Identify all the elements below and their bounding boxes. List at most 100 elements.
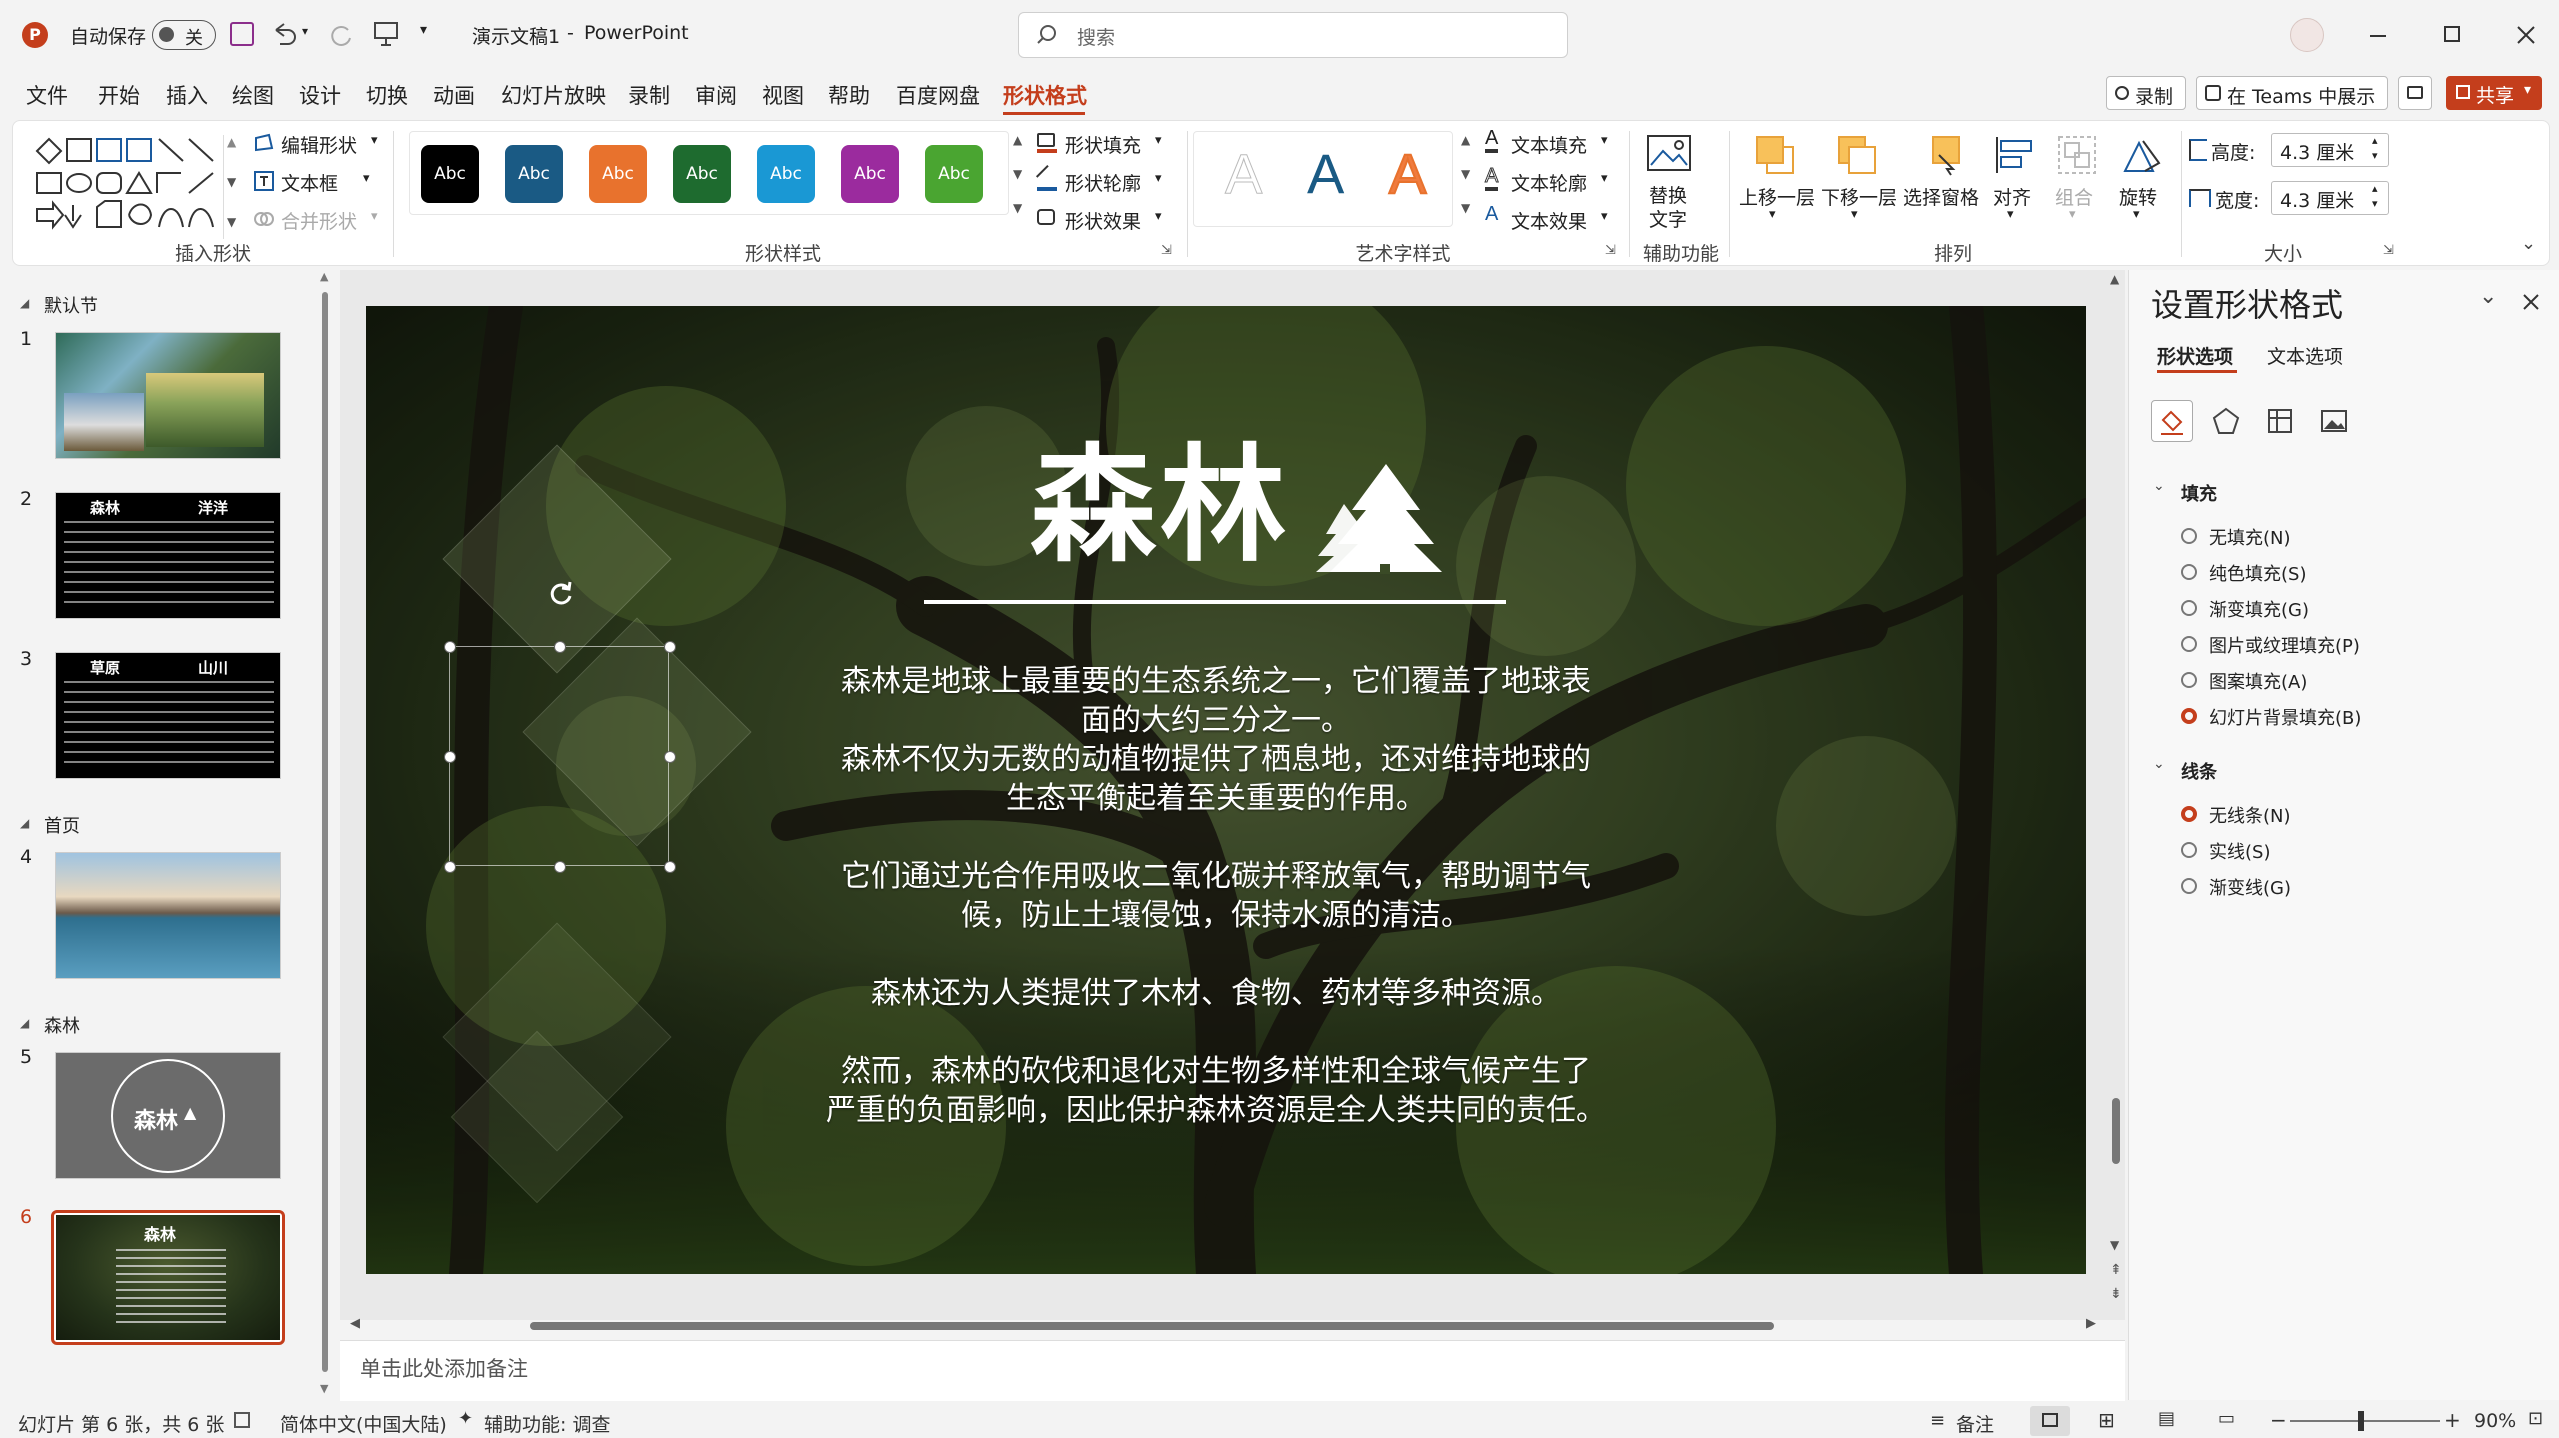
shape-styles-scroll[interactable]: ▲ ▼ ▼ [1009,133,1029,233]
save-icon[interactable] [230,22,254,46]
text-fill-button[interactable]: A 文本填充 ▾ [1483,127,1623,159]
tab-text-options[interactable]: 文本选项 [2267,342,2343,369]
section-home[interactable]: 首页 [44,812,80,838]
tab-view[interactable]: 视图 [762,80,804,110]
resize-handle[interactable] [444,641,456,653]
shape-style-swatch[interactable]: Abc [925,145,983,203]
chevron-down-icon[interactable]: ◢ [20,1016,29,1030]
send-backward-button[interactable]: 下移一层 ▾ [1817,129,1897,239]
pane-options-icon[interactable]: ⌄ [2479,284,2497,309]
chevron-down-icon[interactable]: ⌄ [2153,756,2165,772]
alt-text-button[interactable]: 替换 文字 [1635,129,1703,239]
tab-file[interactable]: 文件 [26,80,68,110]
scroll-up-icon[interactable]: ▲ [320,270,328,283]
fill-radio[interactable] [2181,672,2197,688]
shape-style-swatch[interactable]: Abc [757,145,815,203]
reading-view-icon[interactable]: ▤ [2158,1408,2175,1429]
share-button[interactable]: 共享 ▾ [2446,76,2542,110]
tab-record[interactable]: 录制 [628,80,670,110]
wordart-scroll[interactable]: ▲ ▼ ▼ [1457,133,1477,233]
accessibility-label[interactable]: 辅助功能: 调查 [484,1410,610,1437]
spinner-up-icon[interactable]: ▴ [2372,182,2378,195]
text-effects-button[interactable]: A 文本效果 ▾ [1483,203,1623,235]
normal-view-button[interactable] [2030,1406,2070,1436]
undo-icon[interactable] [270,20,298,48]
restore-icon[interactable] [2444,26,2460,42]
shape-outline-button[interactable]: 形状轮廓 ▾ [1035,164,1177,197]
search-box[interactable]: 搜索 [1018,12,1568,58]
notes-area[interactable]: 单击此处添加备注 [340,1340,2125,1401]
size-properties-tab[interactable] [2259,400,2301,442]
shape-style-swatch[interactable]: Abc [589,145,647,203]
rotate-button[interactable]: 旋转 ▾ [2111,129,2171,239]
shape-style-swatch[interactable]: Abc [673,145,731,203]
bring-forward-button[interactable]: 上移一层 ▾ [1735,129,1815,239]
slide-sorter-icon[interactable]: ⊞ [2098,1408,2115,1432]
line-radio-checked[interactable] [2181,806,2197,822]
tab-animations[interactable]: 动画 [433,80,475,110]
next-slide-icon[interactable]: ⇟ [2110,1286,2122,1302]
tab-shape-options[interactable]: 形状选项 [2157,342,2233,369]
tab-draw[interactable]: 绘图 [232,80,274,110]
spellcheck-icon[interactable] [234,1412,250,1428]
effects-tab[interactable] [2205,400,2247,442]
zoom-slider-thumb[interactable] [2358,1411,2364,1431]
tab-design[interactable]: 设计 [299,80,341,110]
teams-present-button[interactable]: 在 Teams 中展示 [2196,76,2388,110]
slide-thumbnail-2[interactable]: 森林 洋洋 [55,492,281,619]
notes-button[interactable]: 备注 [1956,1410,1994,1437]
section-forest[interactable]: 森林 [44,1012,80,1038]
slide-thumbnail-6-selected[interactable]: 森林 [51,1210,285,1345]
editor-horizontal-scrollbar[interactable]: ◀ ▶ [350,1316,2100,1336]
resize-handle[interactable] [664,641,676,653]
align-button[interactable]: 对齐 ▾ [1985,129,2045,239]
fill-section-title[interactable]: 填充 [2181,480,2217,506]
picture-tab[interactable] [2313,400,2355,442]
rotate-handle-icon[interactable] [546,578,576,608]
tab-shape-format[interactable]: 形状格式 [1003,80,1087,110]
autosave-toggle[interactable]: 关 [152,20,216,50]
fill-radio[interactable] [2181,528,2197,544]
thumbnail-scrollbar[interactable]: ▲ ▼ [320,270,330,1400]
scroll-left-icon[interactable]: ◀ [350,1316,360,1331]
scroll-thumb[interactable] [2112,1098,2120,1164]
width-input[interactable]: 4.3 厘米 ▴ ▾ [2271,181,2389,215]
section-default[interactable]: 默认节 [44,292,98,318]
dialog-launcher-icon[interactable]: ⇲ [1605,243,1616,258]
line-section-title[interactable]: 线条 [2181,758,2217,784]
selection-pane-button[interactable]: 选择窗格 [1899,129,1983,239]
dialog-launcher-icon[interactable]: ⇲ [2383,243,2394,258]
previous-slide-icon[interactable]: ⇞ [2110,1262,2122,1278]
line-radio[interactable] [2181,878,2197,894]
notes-icon[interactable]: ≡ [1930,1410,1945,1431]
fit-to-window-icon[interactable]: ⊡ [2528,1408,2543,1429]
slide-title[interactable]: 森林 [1030,431,1290,581]
current-slide[interactable]: 森林 森林是地球上最重要的生态系统之一，它们覆盖了地球表 面的大约三分之一。 森… [366,306,2086,1274]
fill-radio-checked[interactable] [2181,708,2197,724]
dialog-launcher-icon[interactable]: ⇲ [1161,243,1172,258]
tab-help[interactable]: 帮助 [828,80,870,110]
scroll-thumb[interactable] [322,292,328,1372]
slide-thumbnail-5[interactable]: 森林 ▲ [55,1052,281,1179]
minimize-icon[interactable] [2370,35,2386,37]
spinner-down-icon[interactable]: ▾ [2372,149,2378,162]
accessibility-icon[interactable]: ✦ [458,1408,473,1429]
body-textbox[interactable]: 森林是地球上最重要的生态系统之一，它们覆盖了地球表 面的大约三分之一。 森林不仅… [736,662,1696,1130]
zoom-level[interactable]: 90% [2474,1410,2516,1432]
close-window-icon[interactable] [2516,25,2536,45]
chevron-down-icon[interactable]: ◢ [20,816,29,830]
shape-style-swatch[interactable]: Abc [505,145,563,203]
customize-toolbar-icon[interactable]: ▾ [420,22,427,38]
resize-handle[interactable] [554,641,566,653]
close-pane-icon[interactable] [2521,292,2541,312]
shape-style-swatch[interactable]: Abc [421,145,479,203]
line-radio[interactable] [2181,842,2197,858]
zoom-in-icon[interactable]: + [2444,1408,2461,1432]
scroll-down-icon[interactable]: ▼ [320,1382,328,1395]
spinner-up-icon[interactable]: ▴ [2372,134,2378,147]
resize-handle[interactable] [664,861,676,873]
undo-dropdown-icon[interactable]: ▾ [302,24,308,38]
tab-transitions[interactable]: 切换 [366,80,408,110]
collapse-ribbon-icon[interactable]: ⌄ [2521,233,2536,254]
chevron-down-icon[interactable]: ◢ [20,296,29,310]
